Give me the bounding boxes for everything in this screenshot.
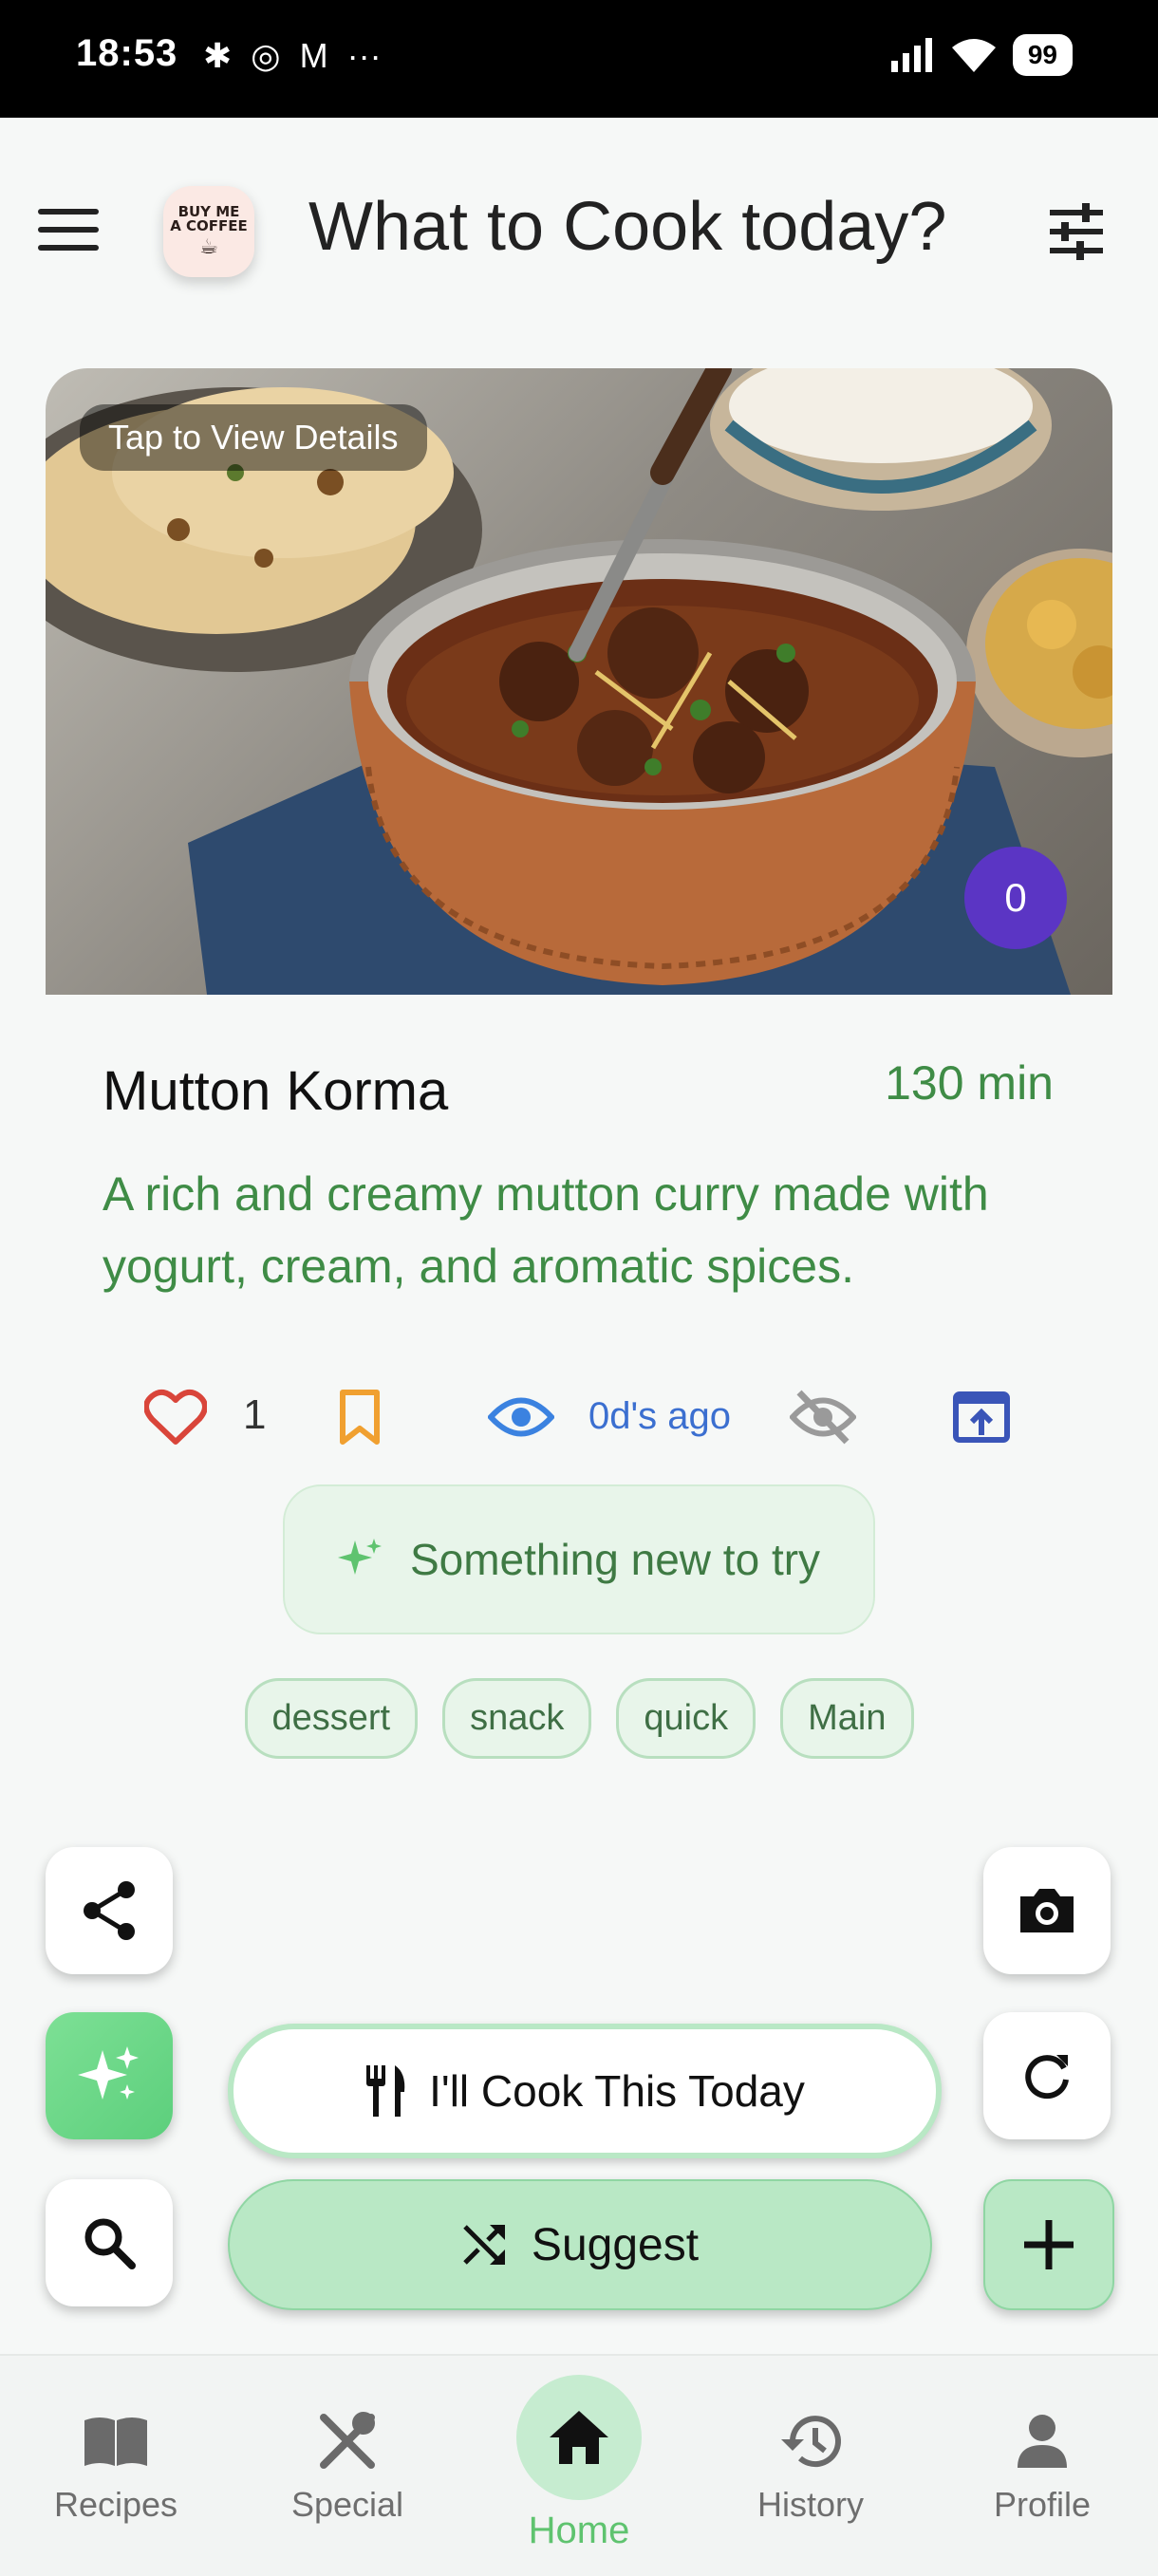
tag-chip[interactable]: dessert: [244, 1678, 419, 1759]
history-icon: [779, 2411, 842, 2472]
nav-special[interactable]: Special: [252, 2356, 442, 2576]
refresh-icon: [1025, 2055, 1069, 2100]
instagram-icon: ◎: [251, 36, 281, 75]
bookmark-icon: [340, 1390, 380, 1445]
hide-recipe-button[interactable]: [790, 1384, 856, 1450]
person-icon: [1016, 2411, 1069, 2472]
recipe-name: Mutton Korma: [103, 1060, 449, 1122]
plus-icon: [1024, 2220, 1074, 2269]
page-title: What to Cook today?: [308, 189, 947, 265]
search-icon: [84, 2218, 136, 2269]
status-bar: 18:53 ✱ ◎ M ··· 99: [0, 0, 1158, 118]
sparkle-icon: [337, 1539, 382, 1575]
notification-icons: ✱ ◎ M ···: [203, 36, 382, 76]
more-notifications-icon: ···: [346, 36, 382, 75]
home-icon: [516, 2375, 642, 2500]
slack-icon: ✱: [203, 36, 233, 75]
filter-settings-button[interactable]: [1048, 203, 1105, 260]
buy-me-a-coffee-logo[interactable]: BUY ME A COFFEE ☕: [163, 186, 254, 277]
nav-label: Special: [290, 2485, 404, 2524]
fork-knife-icon: [366, 2065, 405, 2117]
nav-recipes[interactable]: Recipes: [21, 2356, 211, 2576]
share-icon: [84, 1881, 135, 1940]
nav-label: Home: [528, 2510, 630, 2551]
camera-button[interactable]: [983, 1847, 1111, 1974]
open-in-new-button[interactable]: [953, 1384, 1010, 1450]
like-count: 1: [243, 1391, 267, 1438]
add-recipe-button[interactable]: [983, 2179, 1114, 2310]
open-in-new-icon: [953, 1391, 1010, 1443]
cook-this-today-button[interactable]: I'll Cook This Today: [228, 2024, 942, 2158]
coffee-cup-icon: ☕: [199, 235, 218, 260]
tune-icon: [1050, 203, 1103, 260]
signal-icon: [890, 38, 932, 72]
something-new-chip[interactable]: Something new to try: [283, 1484, 875, 1634]
nav-history[interactable]: History: [716, 2356, 906, 2576]
something-new-label: Something new to try: [409, 1535, 821, 1584]
nav-profile[interactable]: Profile: [947, 2356, 1137, 2576]
eye-off-icon: [790, 1390, 856, 1445]
recipe-description: A rich and creamy mutton curry made with…: [103, 1167, 989, 1293]
wifi-icon: [951, 39, 996, 72]
last-viewed-time: 0d's ago: [588, 1395, 731, 1437]
heart-icon: [144, 1389, 207, 1445]
suggest-button[interactable]: Suggest: [228, 2179, 932, 2310]
tag-list: dessert snack quick Main: [0, 1678, 1158, 1759]
shuffle-icon: [463, 2225, 505, 2265]
sparkles-icon: [78, 2046, 139, 2100]
nav-home[interactable]: Home: [484, 2356, 674, 2576]
count-badge: 0: [964, 847, 1067, 949]
bottom-navigation: Recipes Special Home History Profile: [0, 2354, 1158, 2576]
menu-button[interactable]: [38, 209, 99, 256]
camera-icon: [1020, 1889, 1074, 1932]
view-button[interactable]: [488, 1384, 554, 1450]
nav-label: History: [756, 2485, 864, 2524]
battery-indicator: 99: [1012, 34, 1073, 76]
tag-chip[interactable]: snack: [442, 1678, 592, 1759]
cook-this-today-label: I'll Cook This Today: [429, 2066, 805, 2116]
status-time: 18:53: [76, 32, 178, 74]
recipe-time: 130 min: [885, 1056, 1054, 1110]
utensils-crossed-icon: [318, 2411, 377, 2472]
eye-icon: [488, 1397, 554, 1437]
logo-text-line2: A COFFEE: [170, 217, 248, 235]
nav-label: Profile: [993, 2485, 1092, 2524]
status-right: 99: [889, 34, 1073, 76]
tag-chip[interactable]: Main: [780, 1678, 914, 1759]
ai-suggest-button[interactable]: [46, 2012, 173, 2139]
tag-chip[interactable]: quick: [616, 1678, 756, 1759]
like-button[interactable]: [144, 1384, 207, 1450]
nav-label: Recipes: [53, 2485, 178, 2524]
refresh-button[interactable]: [983, 2012, 1111, 2139]
suggest-label: Suggest: [531, 2219, 700, 2270]
search-button[interactable]: [46, 2179, 173, 2306]
share-button[interactable]: [46, 1847, 173, 1974]
gmail-icon: M: [299, 36, 328, 75]
bookmark-button[interactable]: [338, 1384, 382, 1450]
recipe-image[interactable]: Tap to View Details 0: [46, 368, 1112, 995]
tap-to-view-details-label[interactable]: Tap to View Details: [80, 404, 427, 471]
book-icon: [83, 2411, 149, 2472]
